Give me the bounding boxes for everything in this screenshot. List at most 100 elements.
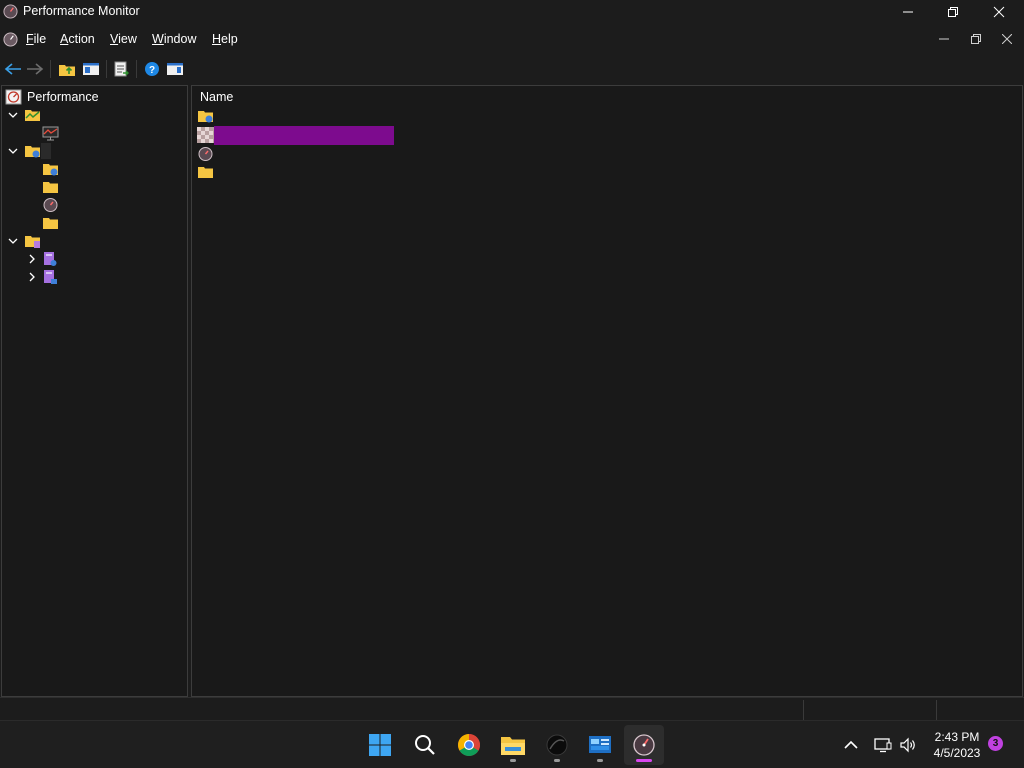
taskbar-app-file-explorer[interactable] bbox=[493, 725, 533, 765]
close-icon bbox=[993, 6, 1005, 18]
tree-item-performance-monitor[interactable] bbox=[42, 124, 59, 142]
search-button[interactable] bbox=[405, 725, 445, 765]
status-bar bbox=[0, 697, 1024, 721]
start-icon bbox=[369, 734, 391, 756]
chevron-up-icon bbox=[844, 740, 858, 749]
taskbar: 2:43 PM 4/5/2023 bbox=[0, 720, 1024, 768]
taskbar-app-chrome[interactable] bbox=[449, 725, 489, 765]
event-trace-sessions-icon bbox=[43, 198, 58, 212]
collapsed-chevron-icon[interactable] bbox=[26, 271, 38, 283]
window-title: Performance Monitor bbox=[23, 4, 140, 18]
title-bar: Performance Monitor bbox=[0, 0, 1024, 24]
menu-bar: File Action View Window Help bbox=[0, 27, 1024, 51]
start-button[interactable] bbox=[360, 725, 400, 765]
tree-item-performance[interactable]: Performance bbox=[5, 88, 99, 106]
taskbar-app-control-panel[interactable] bbox=[580, 725, 620, 765]
performance-monitor-icon bbox=[42, 126, 59, 141]
restore-icon bbox=[971, 34, 981, 44]
tree-item-reports[interactable] bbox=[7, 232, 41, 250]
file-explorer-icon bbox=[501, 737, 525, 755]
show-hide-console-tree-button[interactable] bbox=[80, 58, 102, 80]
list-item[interactable] bbox=[197, 145, 214, 163]
expand-chevron-icon[interactable] bbox=[7, 235, 19, 247]
back-button[interactable] bbox=[2, 58, 24, 80]
list-item[interactable] bbox=[197, 107, 214, 125]
folder-up-icon bbox=[59, 65, 75, 76]
toolbar-separator bbox=[106, 60, 107, 78]
expand-chevron-icon[interactable] bbox=[7, 109, 19, 121]
tree-item-reports-user-defined[interactable] bbox=[26, 250, 58, 268]
running-indicator bbox=[597, 759, 603, 762]
menu-file[interactable]: File bbox=[26, 32, 46, 46]
performance-monitor-icon bbox=[633, 734, 655, 756]
restore-icon bbox=[948, 7, 958, 17]
document-system-menu-icon[interactable] bbox=[3, 32, 18, 47]
show-hidden-icons-button[interactable] bbox=[840, 721, 862, 768]
toolbar: ? bbox=[0, 56, 1024, 82]
help-button[interactable]: ? bbox=[141, 58, 163, 80]
volume-tray-button[interactable] bbox=[897, 721, 919, 768]
tree-item-system[interactable] bbox=[42, 178, 59, 196]
minimize-icon bbox=[939, 38, 949, 40]
tree-item-reports-system[interactable] bbox=[26, 268, 58, 286]
tree-item-event-trace-sessions[interactable] bbox=[42, 196, 59, 214]
tree-item-startup-event-trace-sessions[interactable] bbox=[42, 214, 59, 232]
toolbar-separator bbox=[136, 60, 137, 78]
child-close-button[interactable] bbox=[991, 28, 1023, 50]
forward-arrow-icon bbox=[27, 63, 44, 75]
up-one-level-button[interactable] bbox=[56, 58, 78, 80]
tree-item-label: Performance bbox=[27, 90, 99, 104]
user-defined-reports-icon bbox=[44, 252, 57, 266]
network-icon bbox=[874, 738, 892, 753]
menu-help[interactable]: Help bbox=[212, 32, 238, 46]
monitoring-tools-icon bbox=[25, 110, 40, 121]
notification-badge[interactable]: 3 bbox=[988, 736, 1003, 751]
back-arrow-icon bbox=[4, 63, 21, 75]
volume-icon bbox=[900, 737, 915, 753]
collapsed-chevron-icon[interactable] bbox=[26, 253, 38, 265]
folder-icon bbox=[198, 111, 213, 123]
dark-app-icon bbox=[546, 734, 568, 756]
close-icon bbox=[1002, 34, 1012, 44]
taskbar-clock[interactable]: 2:43 PM 4/5/2023 bbox=[926, 729, 988, 761]
status-separator bbox=[936, 700, 937, 720]
folder-icon bbox=[198, 167, 213, 178]
minimize-button[interactable] bbox=[885, 0, 931, 24]
data-collector-sets-icon bbox=[25, 146, 40, 158]
system-reports-icon bbox=[44, 270, 57, 284]
redacted-item-label bbox=[214, 126, 394, 145]
search-icon bbox=[415, 735, 435, 755]
menu-window[interactable]: Window bbox=[152, 32, 196, 46]
performance-monitor-app-icon bbox=[3, 4, 18, 19]
menu-action[interactable]: Action bbox=[60, 32, 95, 46]
status-separator bbox=[803, 700, 804, 720]
tree-item-monitoring-tools[interactable] bbox=[7, 106, 41, 124]
export-list-icon bbox=[114, 61, 129, 77]
close-button[interactable] bbox=[976, 0, 1022, 24]
clock-date: 4/5/2023 bbox=[933, 746, 981, 760]
menu-view[interactable]: View bbox=[110, 32, 137, 46]
taskbar-app-dark[interactable] bbox=[537, 725, 577, 765]
network-tray-button[interactable] bbox=[872, 721, 894, 768]
column-header-name[interactable]: Name bbox=[200, 90, 233, 104]
export-list-button[interactable] bbox=[110, 58, 132, 80]
running-indicator bbox=[510, 759, 516, 762]
console-tree-pane[interactable]: Performance bbox=[1, 85, 188, 697]
restore-button[interactable] bbox=[930, 0, 976, 24]
list-item[interactable] bbox=[197, 163, 214, 181]
show-hide-action-pane-button[interactable] bbox=[164, 58, 186, 80]
action-pane-icon bbox=[167, 63, 183, 75]
taskbar-app-performance-monitor[interactable] bbox=[624, 725, 664, 765]
list-item[interactable] bbox=[197, 126, 214, 144]
chrome-icon bbox=[458, 734, 480, 756]
results-list-pane[interactable]: Name bbox=[191, 85, 1023, 697]
child-restore-button[interactable] bbox=[960, 28, 992, 50]
running-indicator bbox=[554, 759, 560, 762]
minimize-icon bbox=[903, 11, 913, 13]
forward-button[interactable] bbox=[24, 58, 46, 80]
tree-item-data-collector-sets[interactable] bbox=[7, 142, 51, 160]
child-minimize-button[interactable] bbox=[928, 28, 960, 50]
console-tree-icon bbox=[83, 63, 99, 75]
expand-chevron-icon[interactable] bbox=[7, 145, 19, 157]
tree-item-user-defined[interactable] bbox=[42, 160, 59, 178]
